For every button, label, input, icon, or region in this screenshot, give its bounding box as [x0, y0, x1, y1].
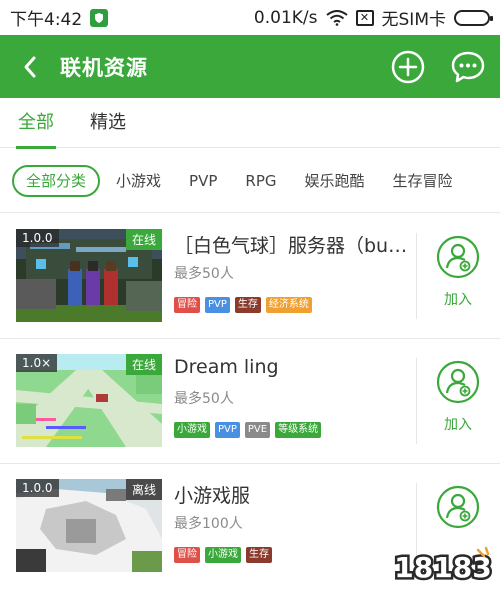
tab-all[interactable]: 全部: [0, 98, 72, 149]
filter-pvp[interactable]: PVP: [175, 165, 231, 197]
add-user-icon: [436, 360, 480, 404]
chevron-left-icon: [24, 56, 36, 77]
status-badge: 在线: [125, 354, 162, 375]
tag: 生存: [234, 297, 261, 313]
server-tags: 冒险 小游戏 生存: [174, 547, 272, 563]
filter-rpg[interactable]: RPG: [231, 165, 290, 197]
add-user-icon: [436, 235, 480, 279]
server-thumbnail: 1.0.0 离线: [16, 479, 162, 572]
filter-all-categories[interactable]: 全部分类: [12, 165, 101, 197]
server-capacity: 最多50人: [174, 266, 234, 282]
watermark-text: 18183: [394, 551, 491, 584]
divider: [416, 358, 417, 444]
version-label: 1.0.0: [16, 479, 59, 497]
tag: 等级系统: [275, 422, 322, 438]
tag: PVP: [215, 422, 240, 438]
tag: 冒险: [174, 547, 200, 563]
category-filters: 全部分类 小游戏 PVP RPG 娱乐跑酷 生存冒险: [0, 158, 500, 204]
app-bar: 联机资源: [0, 35, 500, 98]
join-button[interactable]: 加入: [436, 235, 480, 309]
tag: 生存: [246, 547, 272, 563]
server-tags: 小游戏 PVP PVE 等级系统: [174, 422, 322, 438]
status-badge: 离线: [125, 479, 162, 500]
version-label: 1.0×: [16, 354, 58, 372]
join-label: 加入: [444, 417, 472, 433]
messages-button[interactable]: [450, 49, 486, 85]
server-name: Dream ling: [174, 356, 279, 378]
divider: [416, 233, 417, 319]
status-time: 下午4:42: [10, 10, 83, 30]
server-capacity: 最多50人: [174, 391, 234, 407]
filter-survival[interactable]: 生存冒险: [379, 165, 467, 197]
server-thumbnail: 1.0× 在线: [16, 354, 162, 447]
chat-bubble-icon: [451, 51, 485, 82]
tab-featured[interactable]: 精选: [72, 98, 144, 148]
18183-watermark-logo: 18183: [392, 546, 494, 586]
back-button[interactable]: [0, 35, 60, 98]
tab-bar: 全部 精选: [0, 98, 500, 149]
server-capacity: 最多100人: [174, 516, 243, 532]
join-label: 加入: [444, 292, 472, 308]
status-badge: 在线: [125, 229, 162, 250]
tag: 小游戏: [205, 547, 241, 563]
server-thumbnail: 1.0.0 在线: [16, 229, 162, 322]
network-speed: 0.01K/s: [253, 7, 318, 28]
join-button[interactable]: 加入: [436, 360, 480, 434]
status-bar: 下午4:42 0.01K/s ✕ 无SIM卡: [0, 0, 500, 35]
plus-circle-icon: [391, 50, 425, 83]
security-shield-icon: [90, 8, 109, 27]
sim-missing-icon: ✕: [355, 9, 374, 26]
server-tags: 冒险 PVP 生存 经济系统: [174, 297, 312, 313]
add-user-icon: [436, 485, 480, 529]
join-button[interactable]: [436, 485, 480, 533]
server-list-item[interactable]: 1.0.0 在线 ［白色气球］服务器（bug... 最多50人 冒险 PVP 生…: [0, 213, 500, 338]
sim-status: 无SIM卡: [381, 10, 446, 30]
tag: 经济系统: [265, 297, 312, 313]
page-title: 联机资源: [60, 55, 148, 80]
server-list-item[interactable]: 1.0× 在线 Dream ling 最多50人 小游戏 PVP PVE 等级系…: [0, 338, 500, 463]
wifi-icon: [325, 9, 348, 26]
version-label: 1.0.0: [16, 229, 59, 247]
battery-icon: [454, 9, 493, 26]
server-name: ［白色气球］服务器（bug...: [174, 235, 414, 257]
add-button[interactable]: [390, 49, 426, 85]
tag: 冒险: [174, 297, 200, 313]
tag: 小游戏: [174, 422, 210, 438]
tag: PVP: [205, 297, 230, 313]
filter-mini-games[interactable]: 小游戏: [102, 165, 175, 197]
server-name: 小游戏服: [174, 485, 251, 507]
tag: PVE: [244, 422, 271, 438]
filter-parkour[interactable]: 娱乐跑酷: [290, 165, 378, 197]
